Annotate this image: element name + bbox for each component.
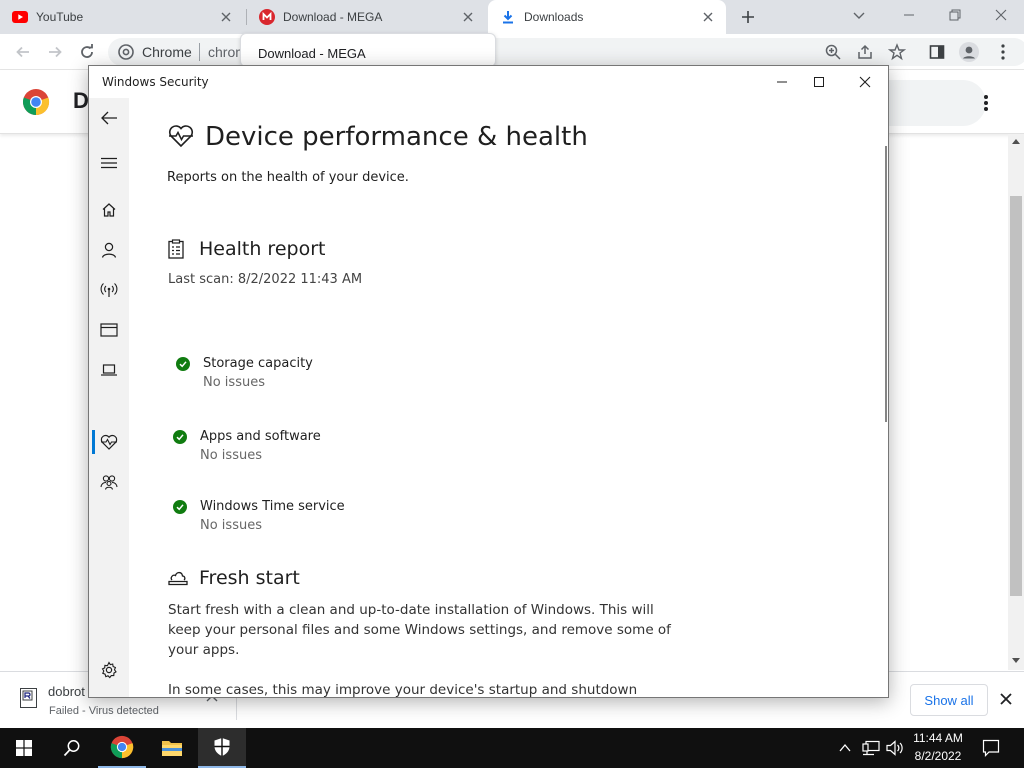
tab-title: Download - MEGA (283, 10, 383, 24)
health-heart-icon (168, 124, 194, 148)
family-options-icon[interactable] (89, 464, 129, 500)
window-title: Windows Security (102, 75, 209, 89)
windows-security-window: Windows Security Device performance & he… (88, 65, 889, 698)
checkmark-icon (173, 500, 187, 514)
checkmark-icon (173, 430, 187, 444)
hamburger-menu-icon[interactable] (89, 145, 129, 181)
health-item-title: Windows Time service (200, 499, 345, 514)
clock-date[interactable]: 8/2/2022 (902, 749, 974, 763)
health-item-title: Apps and software (200, 429, 321, 444)
window-scrollbar-thumb[interactable] (885, 146, 887, 422)
chrome-taskbar-icon[interactable] (98, 728, 146, 768)
tab-mega[interactable]: Download - MEGA (250, 0, 486, 34)
clipboard-report-icon (168, 239, 184, 259)
fresh-start-icon (168, 568, 188, 586)
page-title: D (73, 88, 89, 113)
scroll-down-arrow-icon[interactable] (1012, 658, 1020, 664)
close-window-icon[interactable] (978, 0, 1024, 30)
health-item-status: No issues (200, 518, 262, 533)
chrome-menu-kebab-icon[interactable] (988, 34, 1018, 70)
back-arrow-icon[interactable] (89, 100, 129, 136)
last-scan-text: Last scan: 8/2/2022 11:43 AM (168, 272, 363, 287)
side-panel-icon[interactable] (922, 34, 952, 70)
chevron-up-icon[interactable] (838, 741, 852, 755)
navigation-rail (89, 98, 129, 697)
chrome-logo-icon (22, 88, 50, 116)
tab-hover-tooltip: Download - MEGA (240, 33, 496, 67)
download-file-name[interactable]: dobrot (48, 684, 88, 699)
home-icon[interactable] (89, 192, 129, 228)
scroll-up-arrow-icon[interactable] (1012, 138, 1020, 144)
tab-search-chevron-icon[interactable] (852, 8, 872, 24)
file-explorer-folder-icon[interactable] (148, 728, 196, 768)
network-antenna-icon[interactable] (89, 272, 129, 308)
file-type-icon (20, 688, 38, 708)
windows-start-icon[interactable] (0, 728, 48, 768)
checkmark-icon (176, 357, 190, 371)
page-scrollbar[interactable] (1008, 134, 1024, 670)
close-icon[interactable] (460, 9, 476, 25)
zoom-icon[interactable] (824, 43, 842, 61)
network-icon[interactable] (862, 740, 880, 756)
window-title-bar: Windows Security (89, 66, 888, 98)
show-all-button[interactable]: Show all (910, 684, 988, 716)
more-actions-kebab-icon[interactable] (983, 94, 989, 112)
omnibox-divider (199, 43, 200, 61)
restore-icon[interactable] (932, 0, 978, 30)
new-tab-plus-icon[interactable] (736, 6, 760, 28)
health-item-status: No issues (200, 448, 262, 463)
app-browser-control-icon[interactable] (89, 312, 129, 348)
tab-title: YouTube (36, 10, 84, 24)
health-report-heading: Health report (199, 238, 326, 260)
fresh-start-description-continued: In some cases, this may improve your dev… (168, 682, 638, 698)
tab-separator (246, 9, 247, 25)
maximize-icon[interactable] (796, 66, 842, 98)
profile-avatar-icon[interactable] (954, 34, 984, 70)
device-health-heart-icon[interactable] (89, 424, 129, 460)
omnibox-site-label: Chrome (142, 44, 192, 60)
youtube-icon (12, 9, 28, 25)
settings-gear-icon[interactable] (89, 652, 129, 688)
main-content: Device performance & health Reports on t… (129, 98, 888, 698)
download-arrow-icon (500, 9, 516, 25)
clock-time[interactable]: 11:44 AM (902, 731, 974, 745)
notification-center-icon[interactable] (982, 739, 1000, 757)
bookmark-star-icon[interactable] (888, 43, 906, 61)
page-subtitle: Reports on the health of your device. (167, 170, 409, 185)
forward-arrow-icon[interactable] (40, 34, 70, 70)
tab-title: Downloads (524, 10, 584, 24)
close-icon[interactable] (218, 9, 234, 25)
close-shelf-icon[interactable] (1000, 693, 1012, 705)
close-icon[interactable] (700, 9, 716, 25)
windows-taskbar: 11:44 AM 8/2/2022 (0, 728, 1024, 768)
share-icon[interactable] (856, 43, 874, 61)
health-item-status: No issues (203, 375, 265, 390)
tab-youtube[interactable]: YouTube (12, 0, 244, 34)
download-status: Failed - Virus detected (49, 705, 159, 717)
device-security-laptop-icon[interactable] (89, 352, 129, 388)
health-item-title: Storage capacity (203, 356, 313, 371)
back-arrow-icon[interactable] (8, 34, 38, 70)
tab-downloads[interactable]: Downloads (488, 0, 726, 34)
chrome-site-icon (118, 44, 134, 60)
account-protection-person-icon[interactable] (89, 232, 129, 268)
fresh-start-description: Start fresh with a clean and up-to-date … (168, 602, 671, 658)
minimize-icon[interactable] (886, 0, 932, 30)
mega-icon (259, 9, 275, 25)
search-icon[interactable] (48, 728, 96, 768)
fresh-start-heading: Fresh start (199, 567, 300, 589)
downloads-search-field[interactable] (888, 80, 986, 126)
scroll-thumb[interactable] (1010, 196, 1022, 596)
windows-security-shield-icon[interactable] (198, 728, 246, 768)
browser-tab-strip: YouTube Download - MEGA Downloads (0, 0, 1024, 34)
page-title: Device performance & health (205, 122, 588, 152)
close-window-icon[interactable] (842, 66, 888, 98)
